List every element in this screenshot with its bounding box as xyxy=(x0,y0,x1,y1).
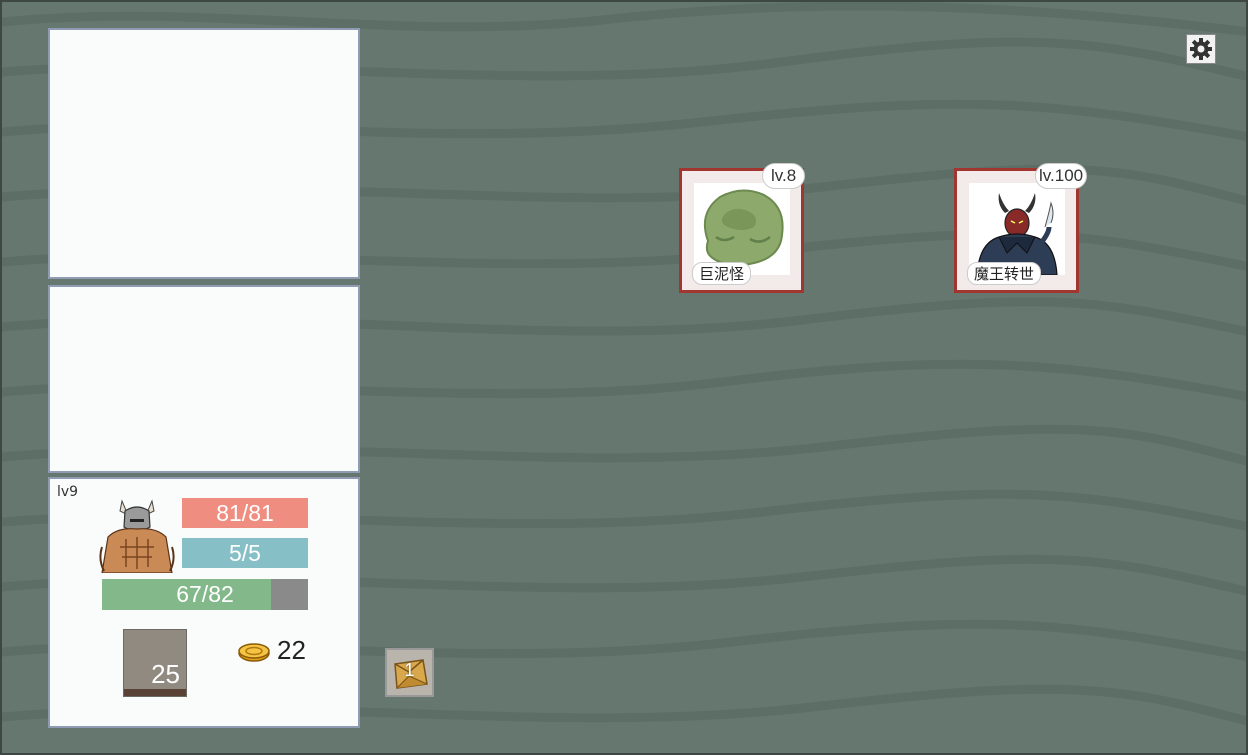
gear-icon xyxy=(1190,38,1212,60)
gold-amount: 22 xyxy=(277,635,306,665)
enemy-level: lv.100 xyxy=(1035,163,1088,189)
enemy-name: 魔王转世 xyxy=(967,262,1042,285)
settings-button[interactable] xyxy=(1186,34,1216,64)
deck-base xyxy=(124,689,186,696)
enemy-level: lv.8 xyxy=(762,163,806,189)
hp-bar: 81/81 xyxy=(182,498,308,528)
gold-coin-icon xyxy=(238,643,270,662)
xp-bar-label: 67/82 xyxy=(176,581,234,607)
treasure-box-count: 1 xyxy=(404,660,415,680)
mp-bar: 5/5 xyxy=(182,538,308,568)
player-status-panel: lv9 81/81 5/5 67/82 25 22 xyxy=(48,477,360,728)
enemy-name: 巨泥怪 xyxy=(692,262,752,285)
deck-count: 25 xyxy=(151,659,180,689)
player-level: lv9 xyxy=(57,484,79,500)
game-board: lv9 81/81 5/5 67/82 25 22 1 lv.8 巨泥怪 lv.… xyxy=(0,0,1248,755)
xp-bar: 67/82 xyxy=(102,579,308,610)
horned-warrior-avatar-icon xyxy=(99,499,175,573)
deck-button[interactable]: 25 xyxy=(123,629,187,697)
info-panel-top xyxy=(48,28,360,279)
enemy-card-demon-lord[interactable]: lv.100 魔王转世 xyxy=(954,163,1088,293)
enemy-card-slime[interactable]: lv.8 巨泥怪 xyxy=(679,163,806,293)
info-panel-middle xyxy=(48,285,360,473)
treasure-box-button[interactable]: 1 xyxy=(385,648,434,697)
